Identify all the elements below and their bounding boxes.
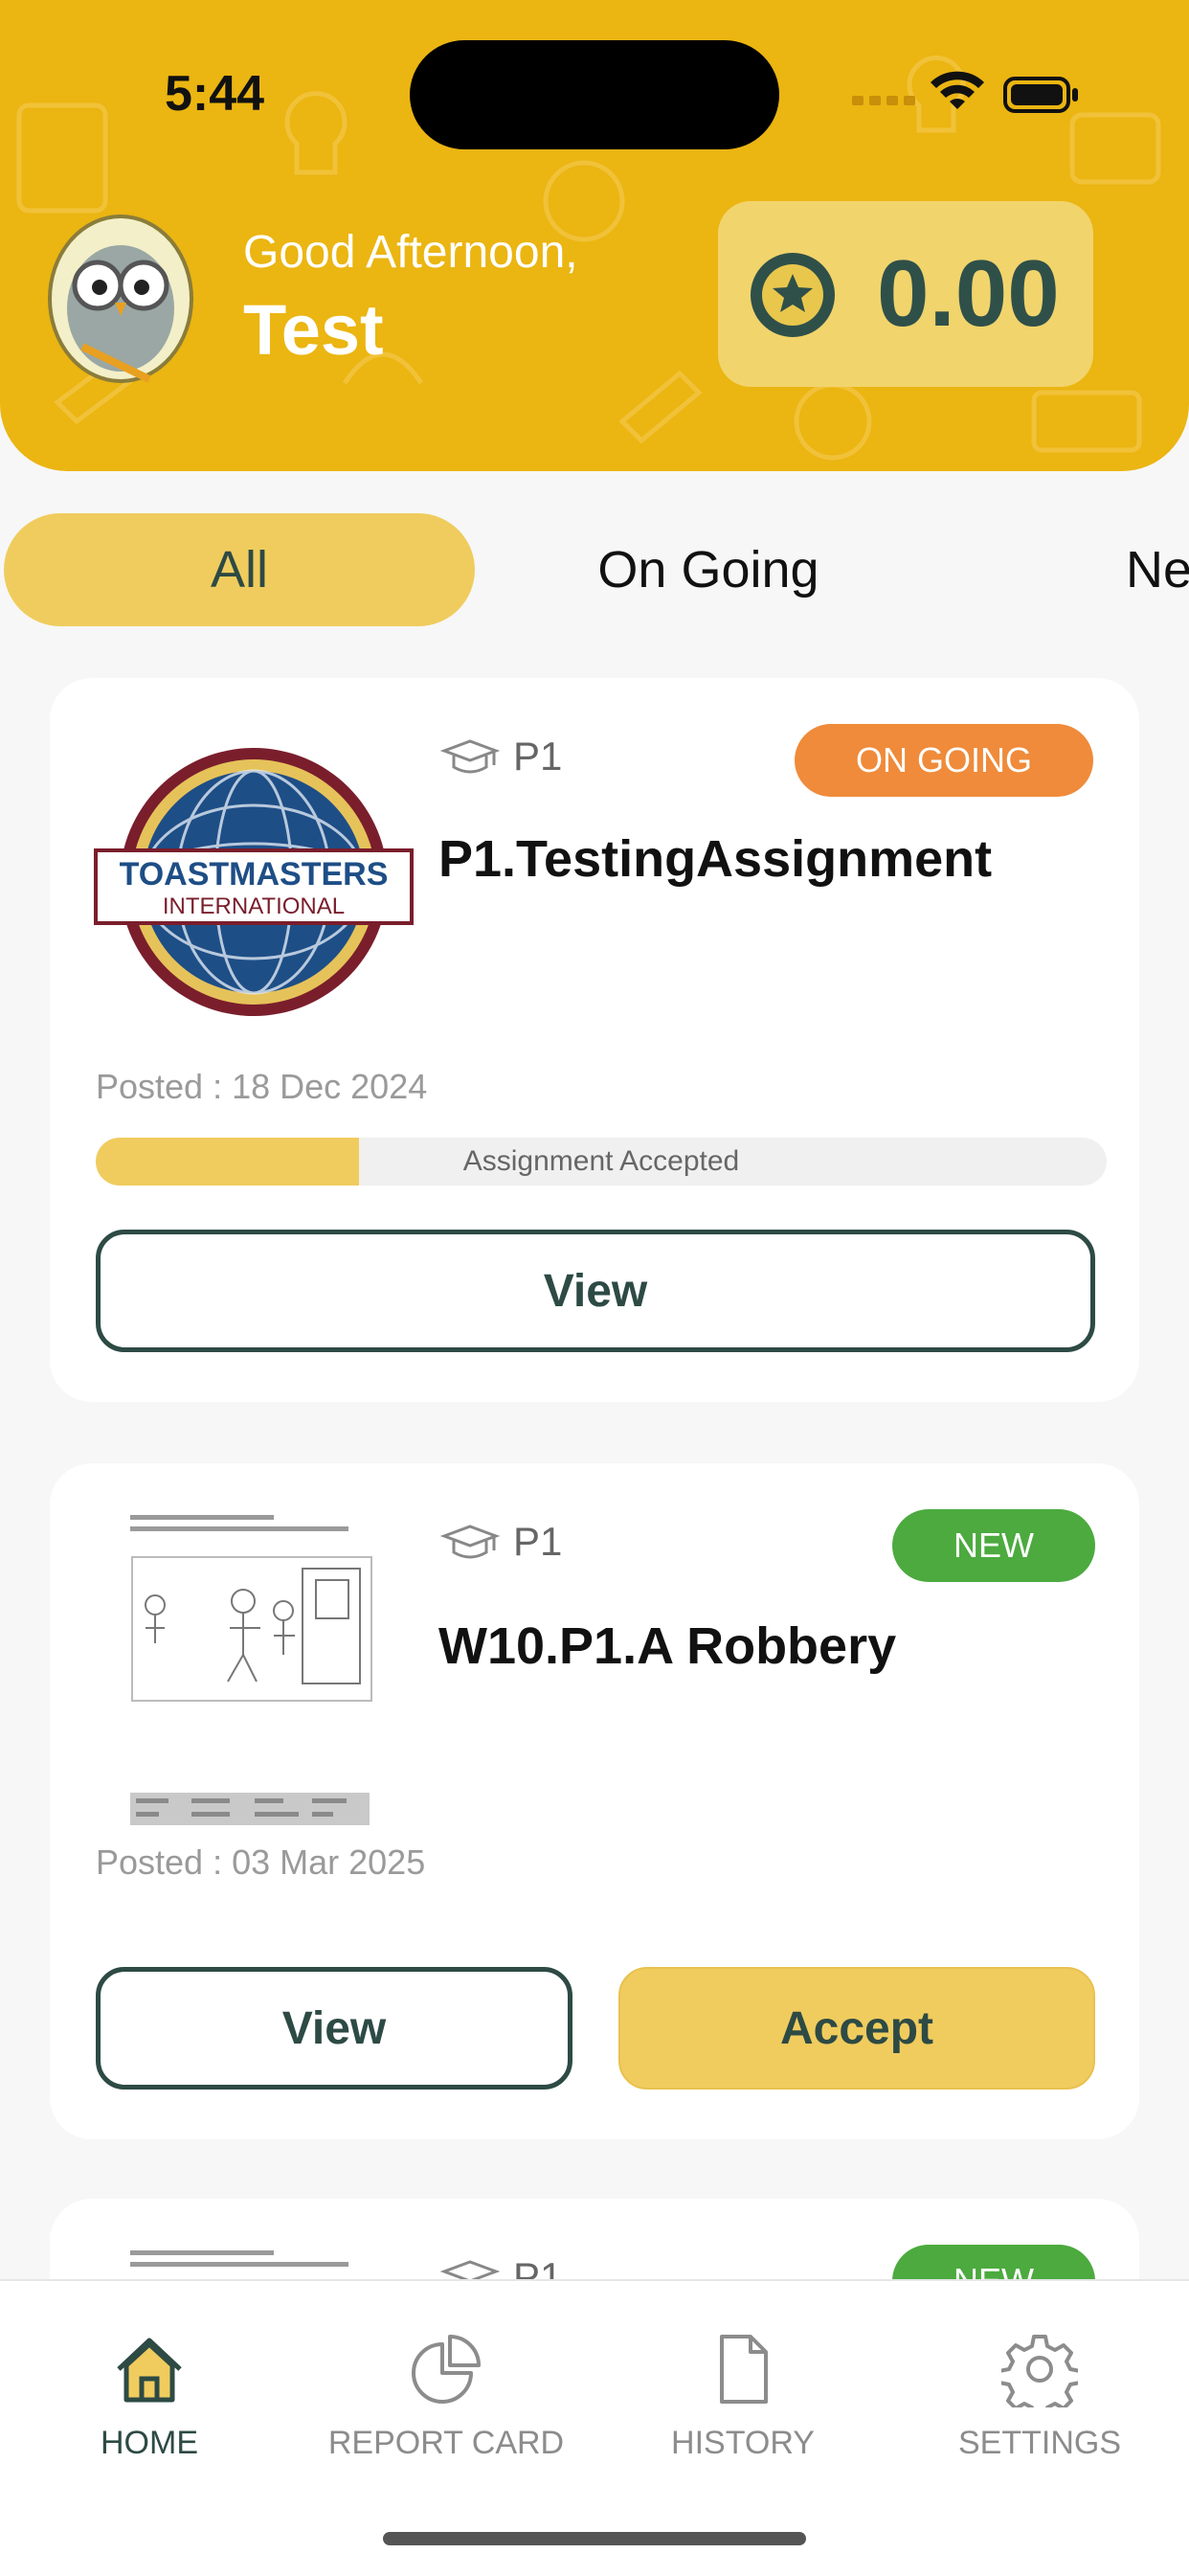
graduation-cap-icon xyxy=(440,739,500,774)
progress-bar: Assignment Accepted xyxy=(96,1138,1107,1186)
nav-label: HOME xyxy=(101,2425,198,2461)
document-icon xyxy=(720,2335,768,2404)
nav-history[interactable]: HISTORY xyxy=(599,2331,886,2462)
greeting-text: Good Afternoon, xyxy=(243,227,578,278)
nav-label: HISTORY xyxy=(671,2425,815,2461)
logo-text-top: TOASTMASTERS xyxy=(120,856,389,893)
nav-label: REPORT CARD xyxy=(327,2425,565,2461)
tab-all[interactable]: All xyxy=(4,513,475,626)
status-badge: NEW xyxy=(892,1509,1095,1582)
wifi-icon xyxy=(931,71,984,109)
assignment-card: P1 NEW W10.P1.A Robbery Posted : 03 Mar … xyxy=(50,1463,1139,2139)
assignment-card: TOASTMASTERS INTERNATIONAL P1 ON GOING P… xyxy=(50,678,1139,1402)
status-badge: ON GOING xyxy=(795,724,1093,797)
dynamic-island xyxy=(410,40,779,149)
coin-value: 0.00 xyxy=(877,240,1060,346)
filter-tabs: All On Going Ne xyxy=(0,513,1189,628)
nav-label: SETTINGS xyxy=(957,2425,1122,2461)
header: 5:44 Good Afternoon, Test 0.00 xyxy=(0,0,1189,471)
gear-icon xyxy=(1001,2335,1078,2407)
logo-text-bottom: INTERNATIONAL xyxy=(163,893,345,919)
graduation-cap-icon xyxy=(440,1525,500,1559)
home-icon xyxy=(117,2338,182,2403)
worksheet-thumbnail xyxy=(130,2250,348,2267)
tab-new[interactable]: Ne xyxy=(1126,513,1189,626)
coin-balance[interactable]: 0.00 xyxy=(718,201,1093,387)
username: Test xyxy=(243,290,384,370)
view-button[interactable]: View xyxy=(96,1967,572,2090)
progress-label: Assignment Accepted xyxy=(462,1145,740,1177)
owl-avatar-icon xyxy=(48,215,193,383)
star-coin-icon xyxy=(751,253,835,337)
worksheet-thumbnail xyxy=(130,1509,375,1825)
status-icons xyxy=(852,71,1078,113)
nav-report-card[interactable]: REPORT CARD xyxy=(303,2331,590,2462)
posted-date: Posted : 03 Mar 2025 xyxy=(96,1842,426,1882)
status-time: 5:44 xyxy=(165,66,265,122)
assignment-title: W10.P1.A Robbery xyxy=(438,1617,897,1675)
home-indicator[interactable] xyxy=(383,2532,806,2545)
assignment-level: P1 xyxy=(513,734,563,779)
tab-on-going[interactable]: On Going xyxy=(536,513,881,626)
nav-settings[interactable]: SETTINGS xyxy=(896,2331,1183,2462)
assignment-level: P1 xyxy=(513,1519,563,1564)
pie-chart-icon xyxy=(412,2335,481,2404)
battery-icon xyxy=(1003,77,1078,113)
nav-home[interactable]: HOME xyxy=(6,2331,293,2462)
assignment-title: P1.TestingAssignment xyxy=(438,830,993,888)
cellular-signal-icon xyxy=(852,96,915,105)
accept-button[interactable]: Accept xyxy=(618,1967,1095,2090)
view-button[interactable]: View xyxy=(96,1230,1095,1352)
posted-date: Posted : 18 Dec 2024 xyxy=(96,1067,428,1106)
toastmasters-logo: TOASTMASTERS INTERNATIONAL xyxy=(94,748,414,1016)
